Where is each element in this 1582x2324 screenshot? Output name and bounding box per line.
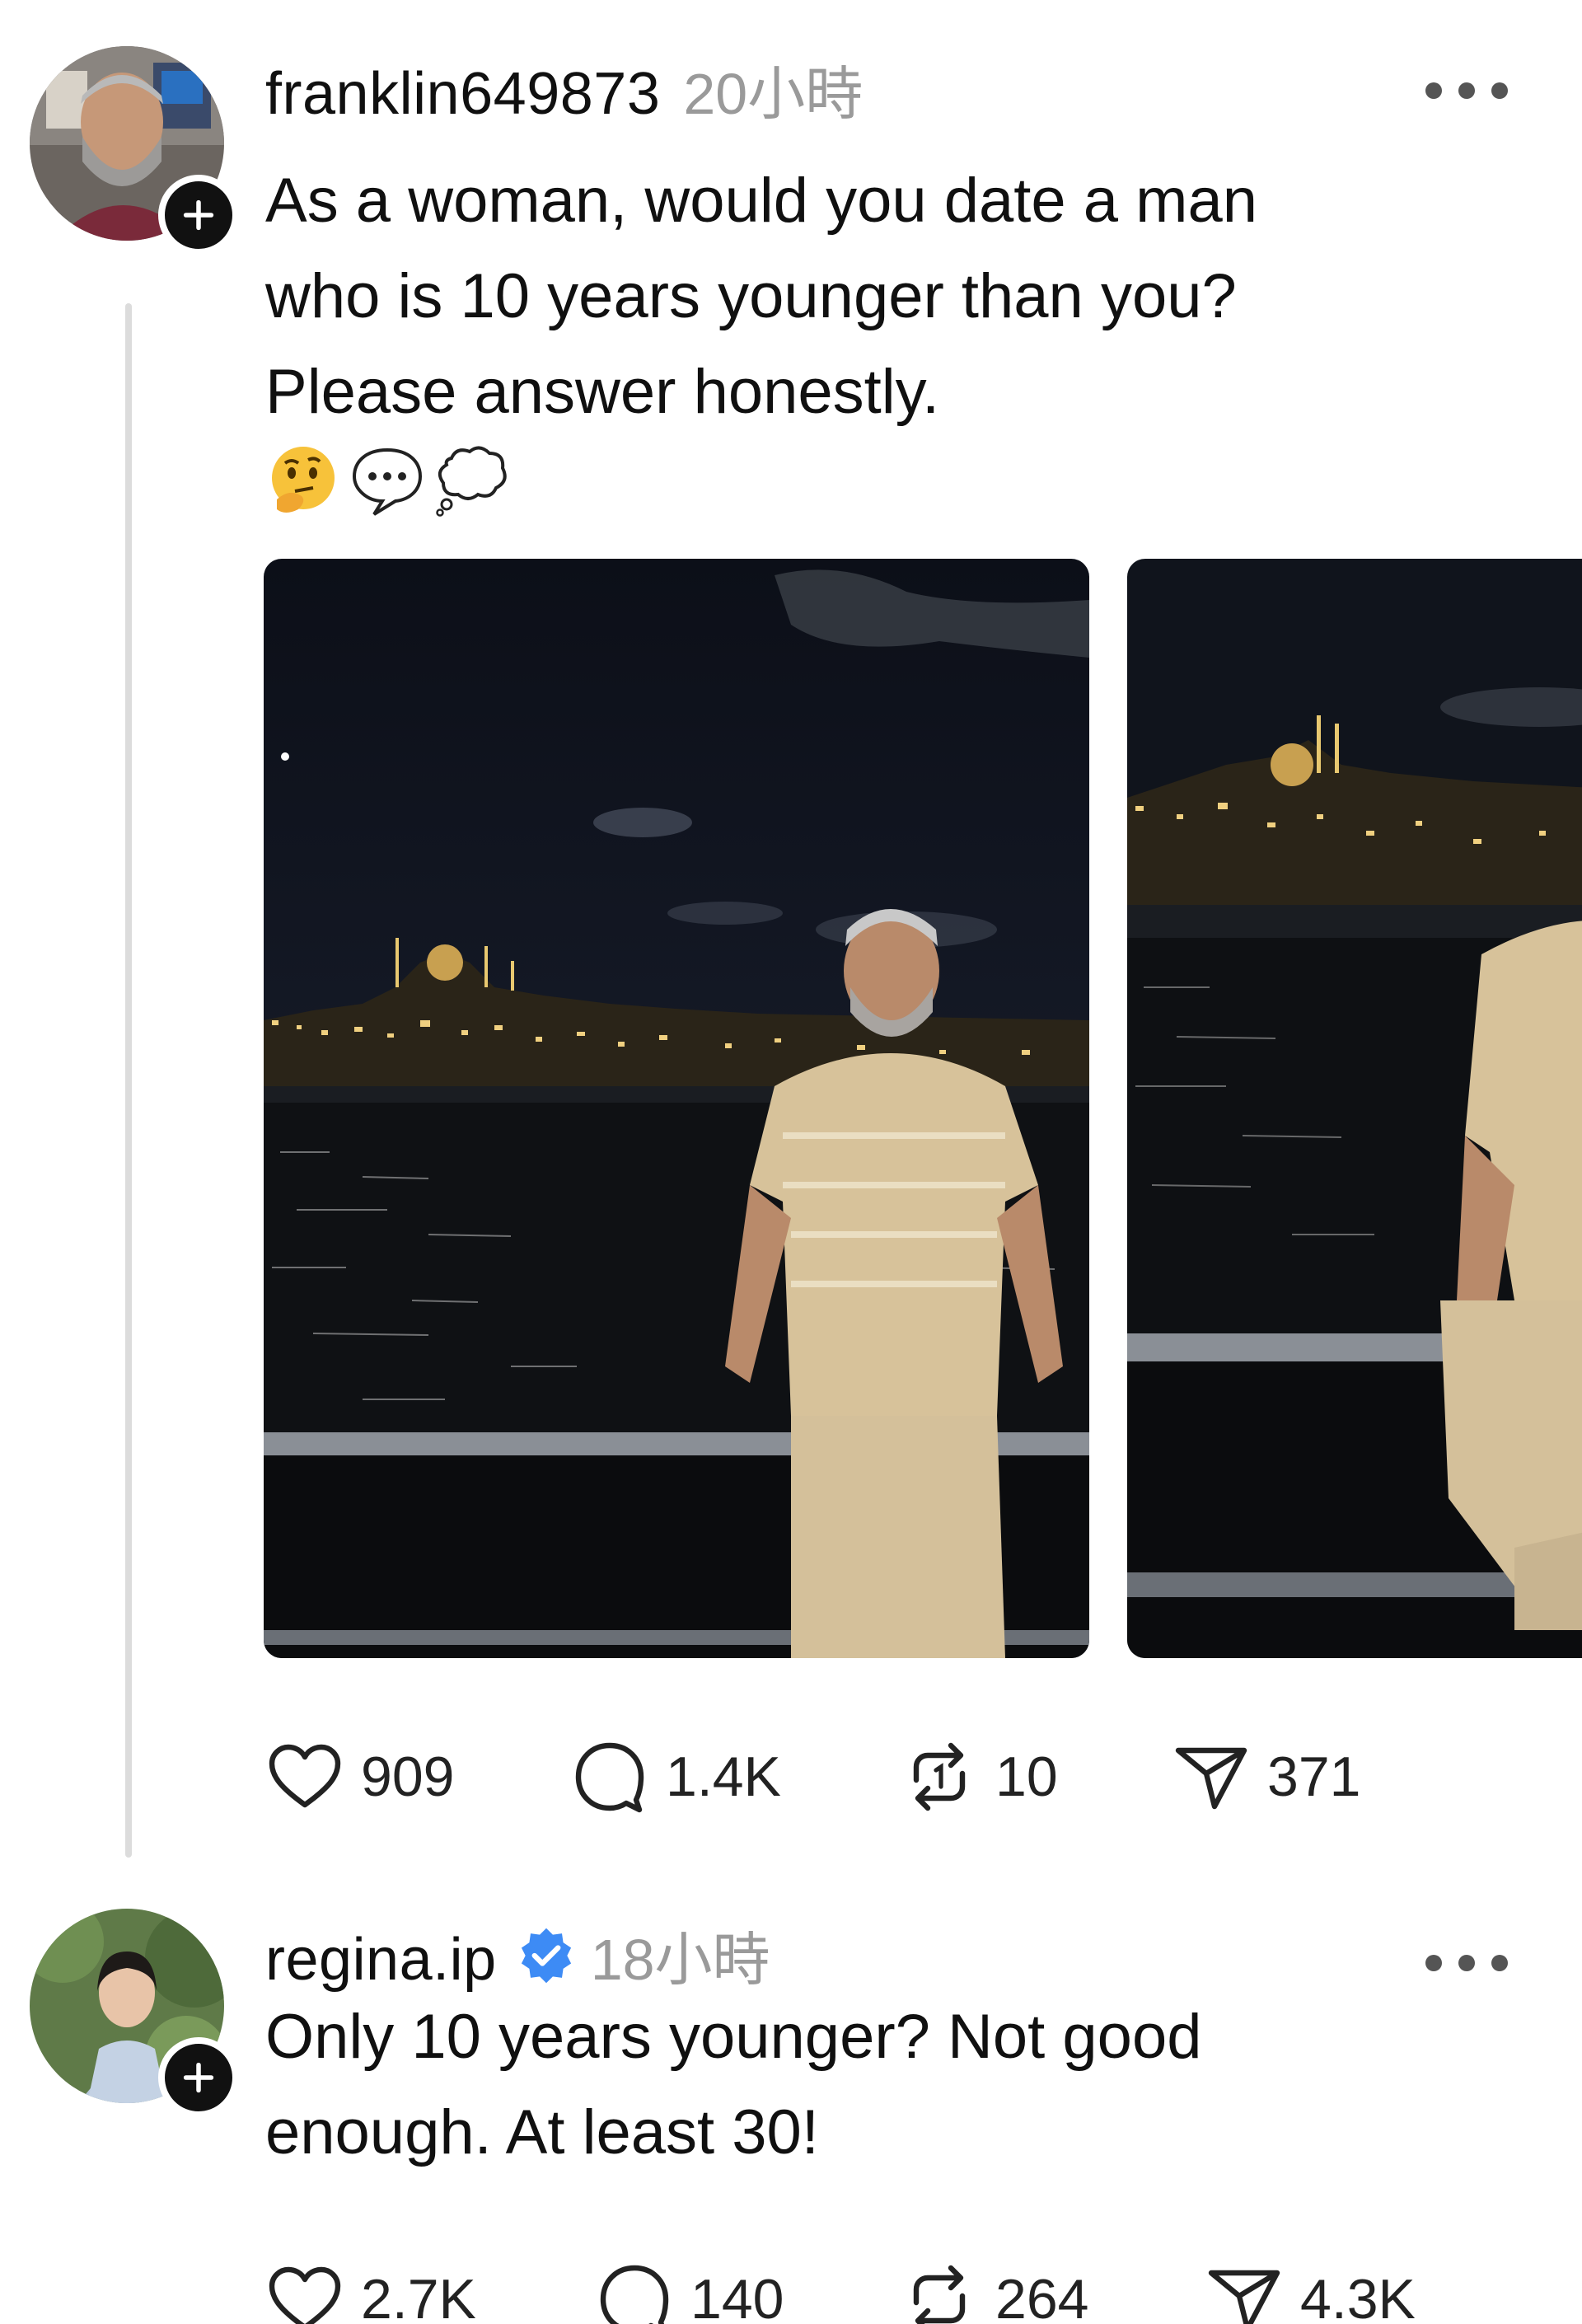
- dot-icon: [1458, 1955, 1475, 1971]
- post-header: franklin649873 20小時: [265, 48, 863, 131]
- heart-icon: [269, 2266, 341, 2324]
- share-count: 371: [1267, 1745, 1361, 1808]
- post-header: regina.ip 18小時: [265, 1914, 770, 1997]
- send-icon: [1175, 1747, 1247, 1810]
- like-count: 909: [361, 1745, 455, 1808]
- heart-icon: [269, 1744, 341, 1808]
- reply-post: regina.ip 18小時 Only 10 years younger? No…: [0, 1854, 1582, 2324]
- share-count: 4.3K: [1300, 2268, 1416, 2324]
- send-icon: [1208, 2270, 1280, 2324]
- follow-button[interactable]: [158, 175, 239, 255]
- username[interactable]: franklin649873: [265, 60, 660, 128]
- emoji-row: [265, 442, 509, 518]
- more-options-button[interactable]: [1425, 1947, 1508, 1980]
- thread-line: [125, 303, 132, 1858]
- repost-count: 10: [995, 1745, 1058, 1808]
- comment-button[interactable]: 140: [595, 2260, 900, 2324]
- action-bar: 909 1.4K 10 371: [265, 1737, 1360, 1816]
- like-button[interactable]: 909: [265, 1737, 570, 1816]
- thought-balloon-icon: [436, 446, 507, 517]
- repost-count: 264: [995, 2268, 1089, 2324]
- thread-post: franklin649873 20小時 As a woman, would yo…: [0, 0, 1582, 1858]
- comment-icon: [600, 2265, 669, 2324]
- repost-icon: [913, 1742, 966, 1811]
- plus-icon: [183, 199, 214, 231]
- repost-icon: [913, 2265, 966, 2324]
- comment-icon: [575, 1742, 644, 1813]
- share-button[interactable]: 371: [1172, 1737, 1360, 1816]
- plus-icon: [183, 2062, 214, 2093]
- verified-badge-icon: [521, 1928, 571, 1983]
- post-text: As a woman, would you date a man who is …: [265, 166, 1258, 427]
- comment-button[interactable]: 1.4K: [570, 1737, 900, 1816]
- username[interactable]: regina.ip: [265, 1926, 497, 1994]
- follow-button[interactable]: [158, 2037, 239, 2118]
- timestamp: 18小時: [590, 1928, 770, 1992]
- dot-icon: [1491, 1955, 1508, 1971]
- more-options-button[interactable]: [1425, 74, 1508, 107]
- like-button[interactable]: 2.7K: [265, 2260, 595, 2324]
- share-button[interactable]: 4.3K: [1205, 2260, 1416, 2324]
- comment-count: 140: [690, 2268, 784, 2324]
- repost-button[interactable]: 264: [900, 2260, 1205, 2324]
- repost-button[interactable]: 10: [900, 1737, 1172, 1816]
- action-bar: 2.7K 140 264 4.3K: [265, 2260, 1416, 2324]
- thinking-face-icon: [272, 447, 335, 513]
- post-image[interactable]: [1127, 559, 1582, 1658]
- dot-icon: [1425, 1955, 1442, 1971]
- timestamp: 20小時: [683, 62, 864, 126]
- speech-balloon-icon: [352, 447, 423, 516]
- dot-icon: [1458, 82, 1475, 99]
- like-count: 2.7K: [361, 2268, 476, 2324]
- dot-icon: [1491, 82, 1508, 99]
- dot-icon: [1425, 82, 1442, 99]
- comment-count: 1.4K: [666, 1745, 781, 1808]
- post-image[interactable]: [264, 559, 1089, 1658]
- post-text: Only 10 years younger? Not good enough. …: [265, 2002, 1202, 2167]
